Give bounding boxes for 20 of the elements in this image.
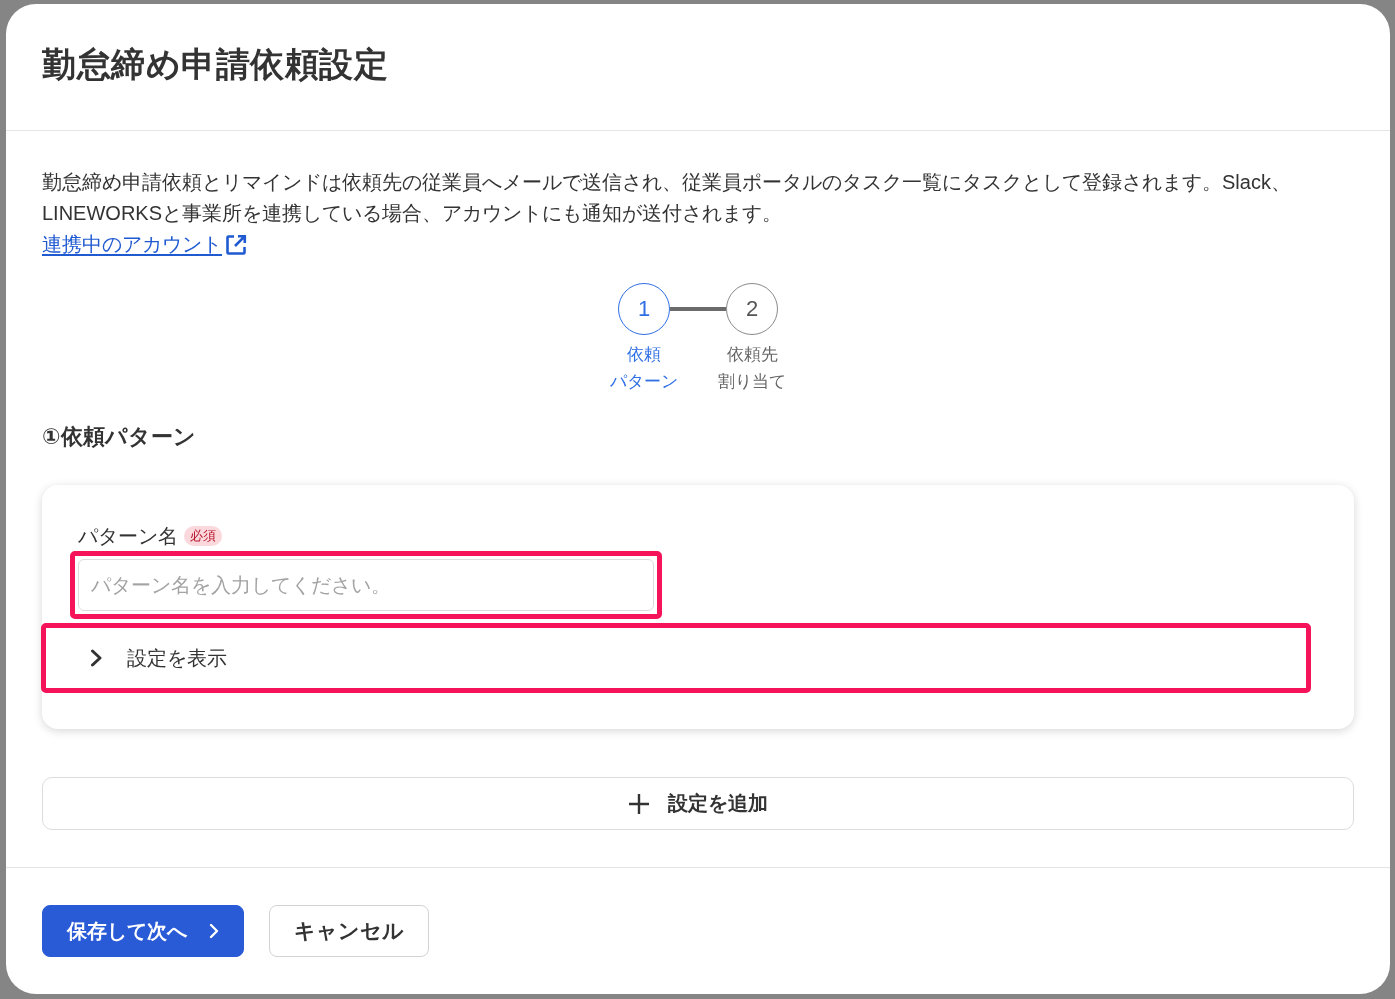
step-label: 依頼先	[726, 344, 778, 366]
settings-toggle[interactable]: 設定を表示	[46, 638, 227, 678]
description-text: 勤怠締め申請依頼とリマインドは依頼先の従業員へメールで送信され、従業員ポータルのタスク一覧にタスクとして登録されます。Slack、LINEWORKSと事業所を連携している場合、アカウントにも通知が送付されます。	[42, 170, 1292, 226]
chevron-icon	[209, 923, 219, 939]
plus-icon	[628, 792, 650, 815]
save-next-button[interactable]: 保存して次へ	[42, 905, 244, 957]
add-setting-button[interactable]: 設定を追加	[42, 777, 1354, 830]
field-label: パターン名	[78, 524, 178, 549]
linked-accounts-link[interactable]: 連携中のアカウント	[42, 229, 248, 260]
step-circle: 1	[618, 283, 670, 335]
section-title: ①依頼パターン	[42, 423, 197, 451]
dialog-title: 勤怠締め申請依頼設定	[42, 44, 388, 85]
step-circle: 2	[726, 283, 778, 335]
required-badge: 必須	[184, 526, 222, 546]
step-label: 割り当て	[718, 371, 786, 393]
step-label: パターン	[610, 371, 678, 393]
pattern-name-input[interactable]: パターン名を入力してください。	[78, 559, 654, 611]
step-label: 依頼	[627, 344, 661, 366]
external-link-icon	[224, 232, 248, 257]
cancel-button[interactable]: キャンセル	[269, 905, 429, 957]
